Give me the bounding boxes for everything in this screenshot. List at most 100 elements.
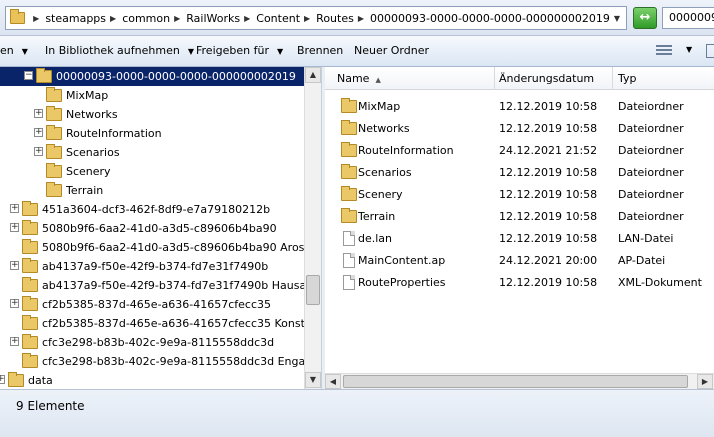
file-row[interactable]: MainContent.ap 24.12.2021 20:00 AP-Datei	[325, 250, 714, 272]
tree-item[interactable]: + RouteInformation	[0, 124, 304, 143]
column-header-type[interactable]: Typ	[613, 67, 714, 90]
chevron-right-icon[interactable]: ▶	[110, 14, 116, 23]
collapse-icon[interactable]: −	[24, 71, 33, 80]
column-header-name[interactable]: Name ▲	[325, 67, 495, 90]
scroll-up-button[interactable]: ▲	[305, 67, 321, 83]
file-date: 24.12.2021 21:52	[499, 144, 598, 157]
tree-item-label: Scenery	[66, 165, 111, 178]
refresh-icon: ↔	[639, 10, 651, 25]
share-with-label: Freigeben für	[196, 44, 269, 57]
breadcrumb-steamapps[interactable]: steamapps	[45, 12, 106, 25]
refresh-button[interactable]: ↔	[633, 7, 657, 29]
file-date: 12.12.2019 10:58	[499, 210, 598, 223]
tree-scrollbar[interactable]: ▲ ▼	[304, 67, 321, 389]
tree-item[interactable]: +5080b9f6-6aa2-41d0-a3d5-c89606b4ba90	[0, 219, 304, 238]
scroll-down-button[interactable]: ▼	[305, 372, 321, 388]
breadcrumb-common[interactable]: common	[122, 12, 170, 25]
tree-item-label: cfc3e298-b83b-402c-9e9a-8115558ddc3d	[42, 336, 275, 349]
breadcrumb-route-id[interactable]: 00000093-0000-0000-0000-000000002019	[370, 12, 610, 25]
tree-item[interactable]: + ab4137a9-f50e-42f9-b374-fd7e31f7490b	[0, 257, 304, 276]
expand-icon[interactable]: +	[10, 204, 19, 213]
tree-item[interactable]: ab4137a9-f50e-42f9-b374-fd7e31f7490b Hau…	[0, 276, 304, 295]
tree-item[interactable]: − 00000093-0000-0000-0000-000000002019	[0, 67, 304, 86]
new-folder-button[interactable]: Neuer Ordner	[354, 44, 429, 57]
share-with-button[interactable]: Freigeben für ▼	[196, 44, 283, 57]
chevron-down-icon: ▼	[276, 47, 284, 56]
scroll-right-button[interactable]: ▶	[697, 374, 713, 389]
chevron-right-icon[interactable]: ▶	[304, 14, 310, 23]
expand-icon[interactable]: +	[10, 299, 19, 308]
tree-item-label: 5080b9f6-6aa2-41d0-a3d5-c89606b4ba90 Aro…	[42, 241, 304, 254]
tree-item[interactable]: +451a3604-dcf3-462f-8df9-e7a79180212b	[0, 200, 304, 219]
chevron-right-icon[interactable]: ▶	[174, 14, 180, 23]
tree-item-label: Scenarios	[66, 146, 120, 159]
file-row[interactable]: RouteInformation 24.12.2021 21:52 Dateiord…	[325, 140, 714, 162]
tree-item-label: data	[28, 374, 53, 387]
tree-scrollbar-thumb[interactable]	[306, 275, 320, 305]
folder-icon	[341, 142, 357, 157]
file-row[interactable]: MixMap 12.12.2019 10:58 Dateiordner	[325, 96, 714, 118]
burn-button[interactable]: Brennen	[297, 44, 343, 57]
breadcrumb-routes[interactable]: Routes	[316, 12, 354, 25]
file-row[interactable]: Terrain 12.12.2019 10:58 Dateiordner	[325, 206, 714, 228]
expand-icon[interactable]: +	[10, 223, 19, 232]
breadcrumb-railworks[interactable]: RailWorks	[186, 12, 240, 25]
address-bar[interactable]: ▶ steamapps ▶ common ▶ RailWorks ▶ Conte…	[5, 6, 627, 30]
file-row[interactable]: RouteProperties 12.12.2019 10:58 XML-Dokum…	[325, 272, 714, 294]
navigation-tree: − 00000093-0000-0000-0000-000000002019 Mix…	[0, 67, 304, 389]
folder-icon	[341, 208, 357, 223]
expand-icon[interactable]: +	[0, 375, 5, 384]
file-name: MixMap	[358, 100, 401, 113]
tree-item-label: 00000093-0000-0000-0000-000000002019	[56, 70, 296, 83]
expand-icon[interactable]: +	[34, 109, 43, 118]
chevron-right-icon[interactable]: ▶	[358, 14, 364, 23]
chevron-down-icon[interactable]: ▼	[686, 45, 692, 54]
scroll-left-button[interactable]: ◀	[325, 374, 341, 389]
tree-item[interactable]: + Scenarios	[0, 143, 304, 162]
tree-item[interactable]: cf2b5385-837d-465e-a636-41657cfecc35 Kon…	[0, 314, 304, 333]
tree-item[interactable]: 5080b9f6-6aa2-41d0-a3d5-c89606b4ba90 Aro…	[0, 238, 304, 257]
file-row[interactable]: de.lan 12.12.2019 10:58 LAN-Datei	[325, 228, 714, 250]
expand-icon[interactable]: +	[10, 261, 19, 270]
file-row[interactable]: Scenery 12.12.2019 10:58 Dateiordner	[325, 184, 714, 206]
column-header-date[interactable]: Änderungsdatum	[495, 67, 613, 90]
expand-icon[interactable]: +	[34, 147, 43, 156]
breadcrumb-content[interactable]: Content	[256, 12, 300, 25]
list-horizontal-scrollbar[interactable]: ◀ ▶	[325, 373, 714, 389]
tree-item[interactable]: + data	[0, 371, 304, 389]
expand-icon[interactable]: +	[10, 337, 19, 346]
folder-icon	[46, 163, 62, 178]
tree-item[interactable]: MixMap	[0, 86, 304, 105]
chevron-right-icon[interactable]: ▶	[244, 14, 250, 23]
file-icon	[343, 231, 355, 246]
tree-item[interactable]: + cf2b5385-837d-465e-a636-41657cfecc35	[0, 295, 304, 314]
item-count: 9 Elemente	[16, 399, 85, 413]
organize-button[interactable]: en ▼	[0, 44, 28, 57]
tree-item[interactable]: Scenery	[0, 162, 304, 181]
expand-icon[interactable]: +	[34, 128, 43, 137]
view-options-icon[interactable]	[656, 45, 672, 57]
file-row[interactable]: Networks 12.12.2019 10:58 Dateiordner	[325, 118, 714, 140]
list-scrollbar-thumb[interactable]	[343, 375, 688, 388]
file-type: Dateiordner	[618, 166, 684, 179]
column-name-label: Name	[337, 72, 370, 85]
chevron-down-icon[interactable]: ▼	[614, 14, 620, 23]
folder-icon	[341, 98, 357, 113]
chevron-right-icon[interactable]: ▶	[33, 14, 39, 23]
tree-item[interactable]: Terrain	[0, 181, 304, 200]
tree-item[interactable]: cfc3e298-b83b-402c-9e9a-8115558ddc3d Eng…	[0, 352, 304, 371]
file-date: 24.12.2021 20:00	[499, 254, 598, 267]
tree-item[interactable]: + cfc3e298-b83b-402c-9e9a-8115558ddc3d	[0, 333, 304, 352]
file-row[interactable]: Scenarios 12.12.2019 10:58 Dateiordner	[325, 162, 714, 184]
tree-item-label: RouteInformation	[66, 127, 162, 140]
preview-pane-icon[interactable]	[706, 44, 714, 58]
file-type: Dateiordner	[618, 188, 684, 201]
search-input[interactable]: 0000009	[662, 7, 714, 29]
folder-icon	[36, 68, 52, 83]
tree-item[interactable]: + Networks	[0, 105, 304, 124]
file-name: de.lan	[358, 232, 393, 245]
include-in-library-button[interactable]: In Bibliothek aufnehmen ▼	[45, 44, 194, 57]
folder-icon	[22, 315, 38, 330]
folder-icon	[341, 186, 357, 201]
folder-icon	[46, 125, 62, 140]
